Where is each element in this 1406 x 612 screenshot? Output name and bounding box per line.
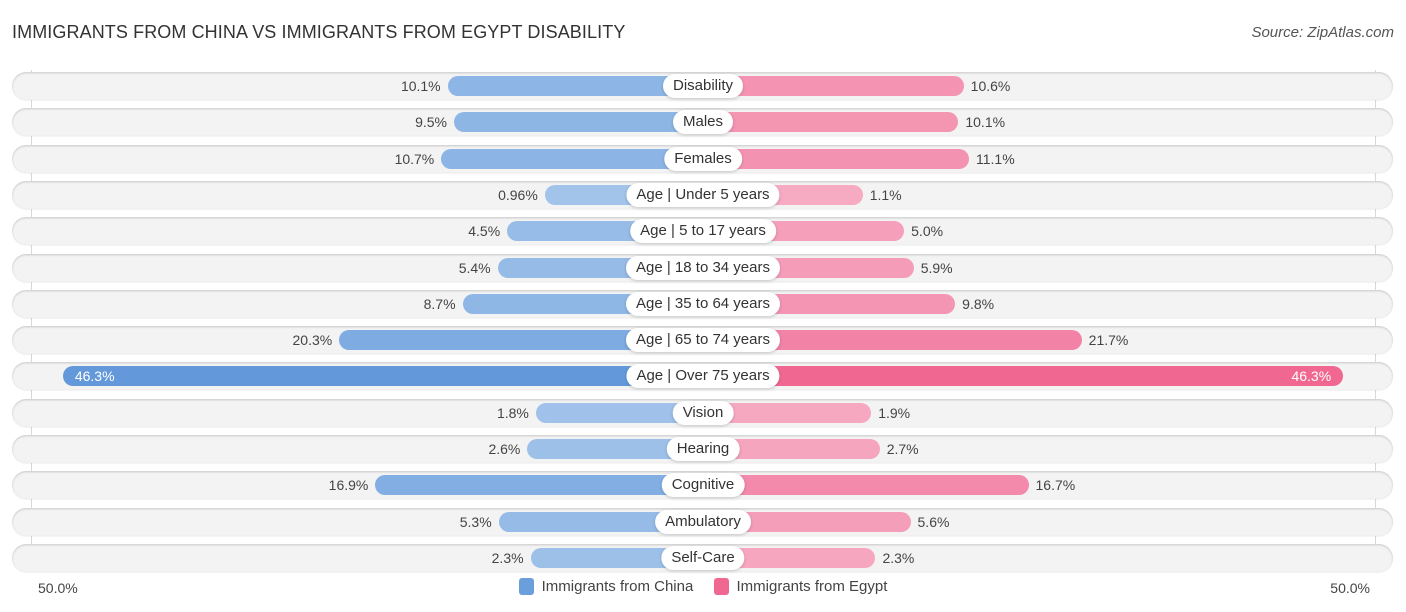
category-label: Males: [672, 110, 734, 135]
bar-china[interactable]: [62, 366, 703, 387]
value-label-china: 2.6%: [488, 441, 521, 457]
value-label-egypt: 5.0%: [911, 223, 944, 240]
value-label-china: 10.1%: [400, 78, 441, 94]
value-label-egypt: 1.9%: [878, 404, 911, 421]
source-label: Source: ZipAtlas.com: [1251, 24, 1394, 41]
value-label-china: 1.8%: [496, 404, 529, 421]
category-label: Age | Over 75 years: [626, 364, 780, 389]
value-label-egypt: 46.3%: [1291, 368, 1332, 385]
value-label-china: 5.3%: [459, 513, 492, 530]
category-label: Hearing: [666, 437, 740, 461]
value-label-china: 4.5%: [468, 223, 501, 240]
value-label-egypt: 21.7%: [1088, 332, 1129, 349]
bar-egypt[interactable]: [703, 475, 1029, 496]
value-label-china: 46.3%: [74, 368, 115, 385]
value-label-china: 9.5%: [415, 114, 448, 131]
value-label-egypt: 1.1%: [869, 186, 902, 203]
value-label-china: 16.9%: [328, 477, 369, 494]
legend-label-egypt: Immigrants from Egypt: [736, 578, 888, 595]
bar-egypt[interactable]: [703, 366, 1344, 387]
legend-swatch-egypt: [713, 578, 729, 595]
value-label-china: 0.96%: [498, 186, 538, 203]
chart-title: IMMIGRANTS FROM CHINA VS IMMIGRANTS FROM…: [12, 22, 626, 42]
value-label-china: 8.7%: [423, 295, 456, 312]
category-label: Age | Under 5 years: [626, 182, 780, 207]
value-label-egypt: 16.7%: [1035, 477, 1076, 494]
value-label-egypt: 10.1%: [965, 114, 1006, 131]
category-label: Age | 65 to 74 years: [626, 328, 780, 353]
legend-label-china: Immigrants from China: [541, 578, 694, 595]
value-label-egypt: 5.6%: [917, 513, 950, 530]
category-label: Vision: [672, 400, 734, 425]
value-label-egypt: 5.9%: [920, 259, 953, 276]
bar-china[interactable]: [375, 475, 703, 496]
value-label-china: 2.3%: [491, 549, 524, 566]
legend: Immigrants from China Immigrants from Eg…: [0, 578, 1406, 599]
value-label-egypt: 10.6%: [970, 78, 1011, 94]
legend-swatch-china: [518, 578, 534, 595]
category-label: Disability: [662, 74, 744, 98]
value-label-egypt: 11.1%: [975, 150, 1015, 167]
bar-egypt[interactable]: [703, 112, 959, 133]
legend-item-china[interactable]: Immigrants from China: [518, 578, 694, 595]
value-label-china: 20.3%: [292, 332, 333, 349]
category-label: Females: [664, 146, 742, 171]
category-label: Age | 35 to 64 years: [626, 291, 780, 316]
category-label: Age | 5 to 17 years: [630, 219, 776, 244]
value-label-egypt: 9.8%: [962, 295, 995, 312]
bar-china[interactable]: [454, 112, 703, 133]
bar-egypt[interactable]: [703, 148, 969, 169]
value-label-china: 10.7%: [394, 150, 435, 167]
category-label: Age | 18 to 34 years: [626, 255, 780, 280]
value-label-egypt: 2.7%: [886, 441, 919, 457]
value-label-china: 5.4%: [458, 259, 491, 276]
category-label: Ambulatory: [655, 509, 751, 534]
value-label-egypt: 2.3%: [882, 549, 915, 566]
legend-item-egypt[interactable]: Immigrants from Egypt: [713, 578, 888, 595]
category-label: Self-Care: [661, 545, 745, 570]
category-label: Cognitive: [661, 473, 745, 498]
